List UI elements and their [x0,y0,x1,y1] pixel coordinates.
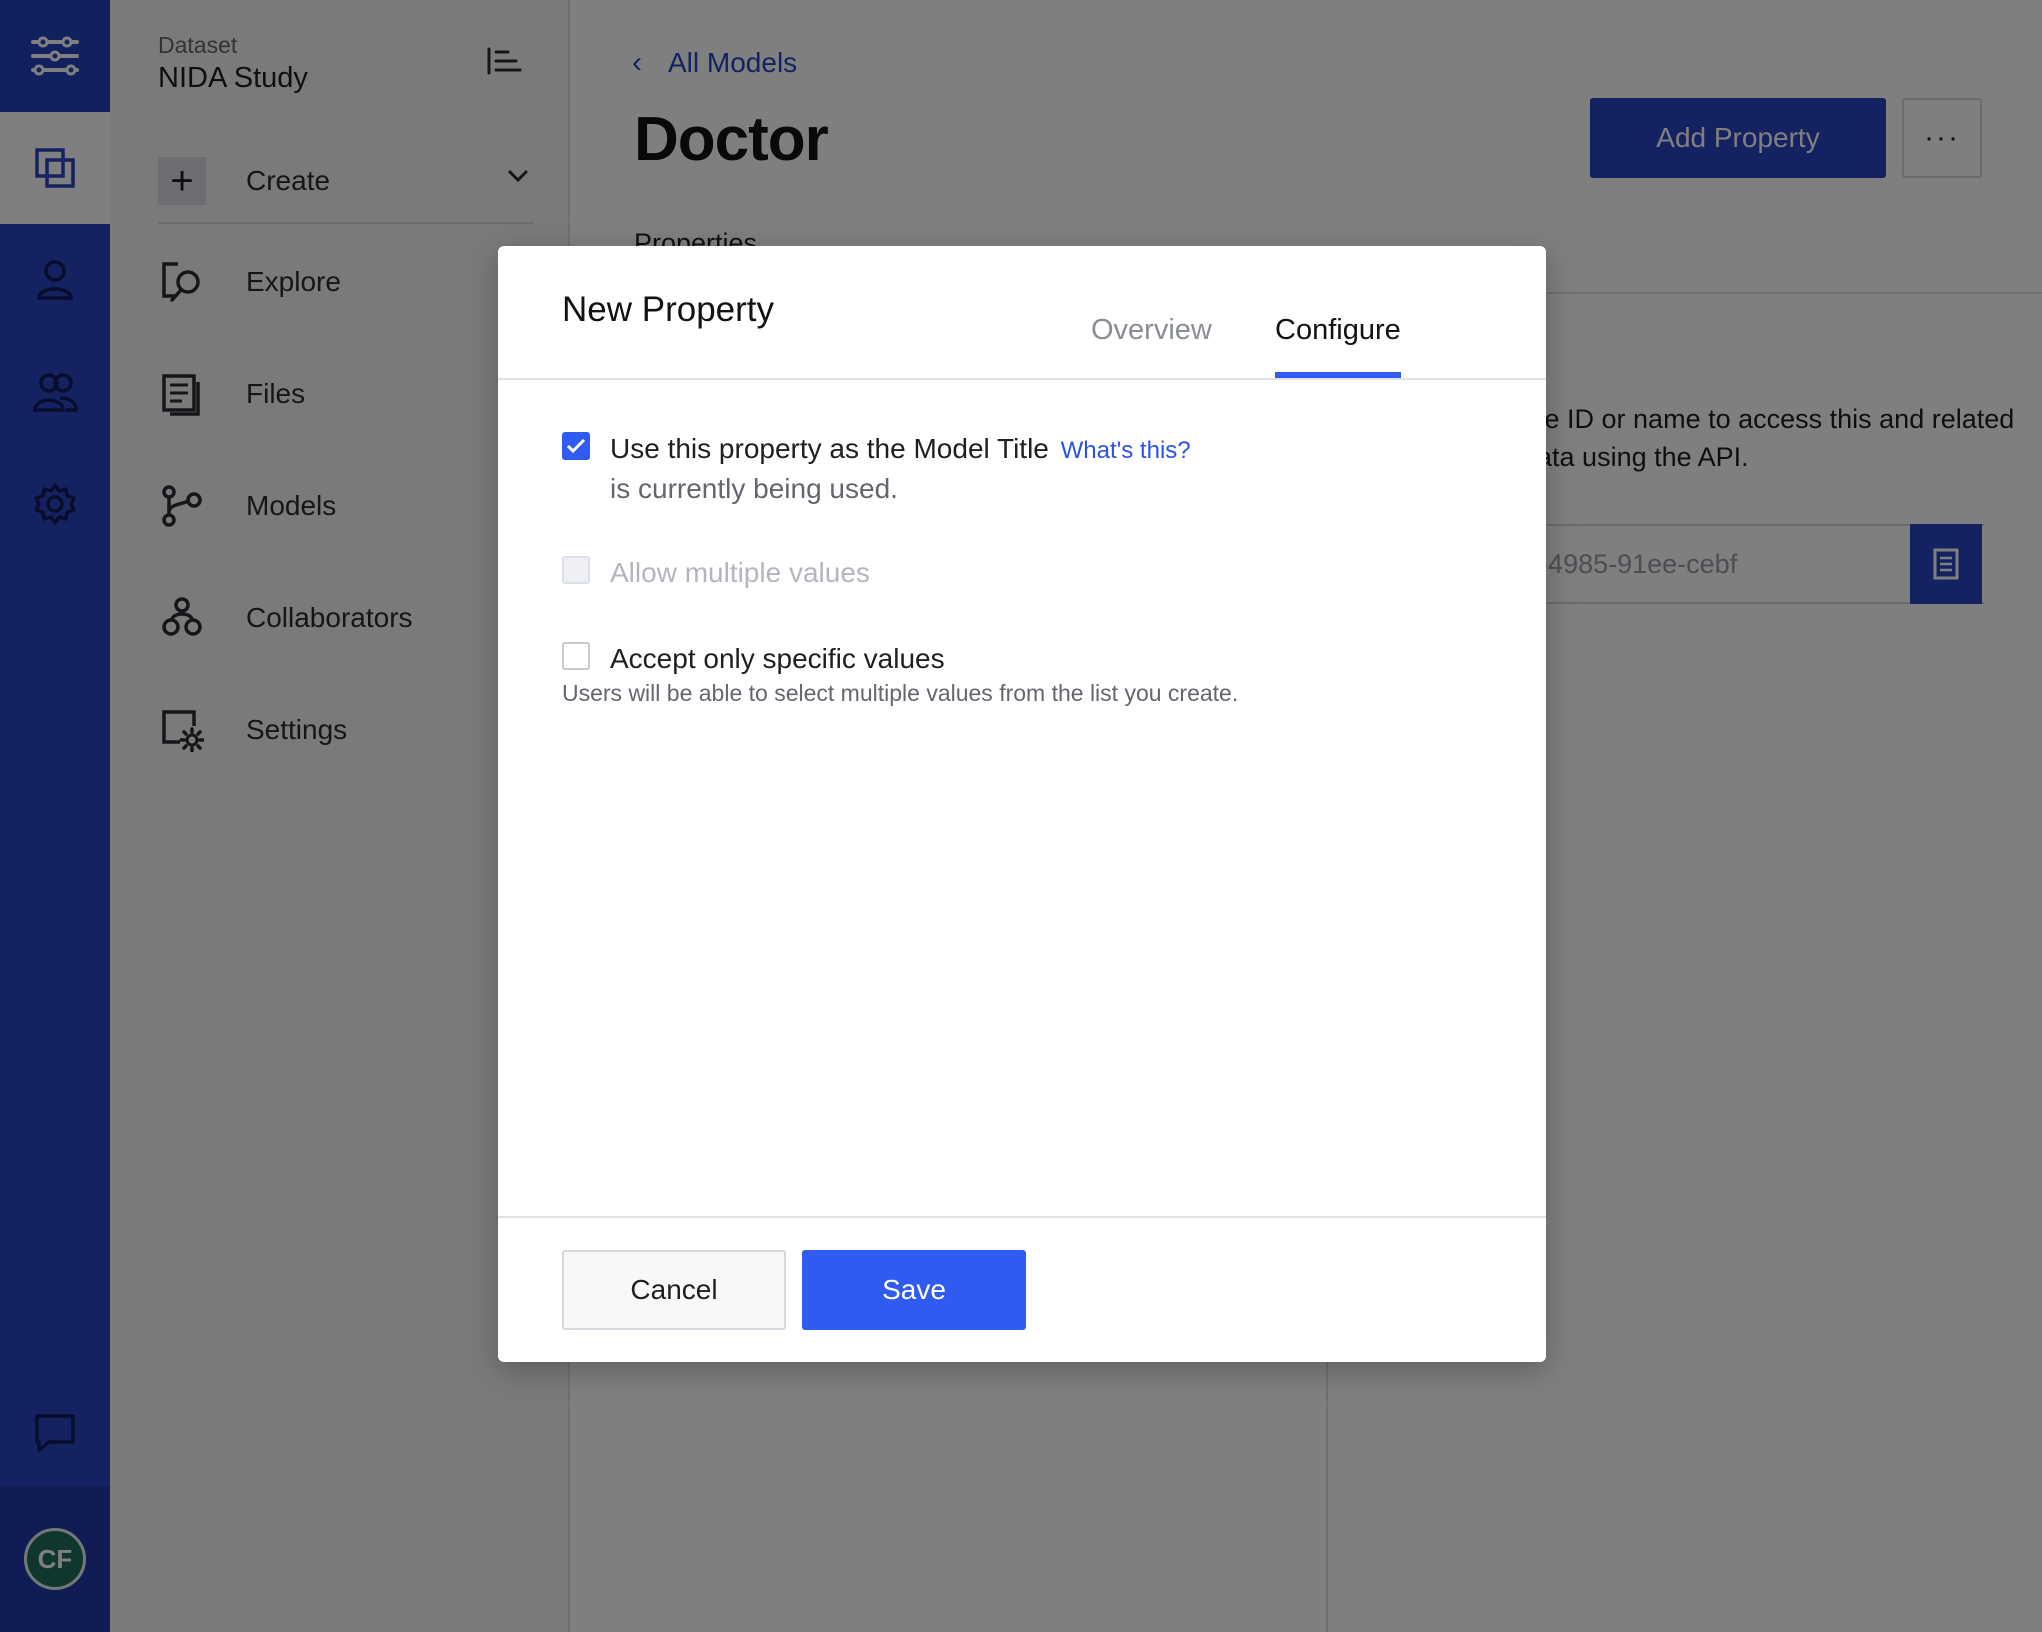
allow-multiple-checkbox [562,556,590,584]
dialog-title: New Property [562,290,775,329]
model-title-label: Use this property as the Model Title [610,433,1049,464]
specific-values-checkbox[interactable] [562,642,590,670]
save-button[interactable]: Save [802,1250,1026,1330]
model-title-checkbox[interactable] [562,432,590,460]
active-tab-indicator [1275,372,1401,378]
new-property-dialog: New Property Overview Configure Use this… [498,246,1546,1362]
model-title-subtext: is currently being used. [610,473,898,504]
allow-multiple-option: Allow multiple values [562,554,870,592]
tab-overview[interactable]: Overview [1091,314,1212,347]
specific-values-option: Accept only specific values [562,640,945,678]
cancel-button[interactable]: Cancel [562,1250,786,1330]
whats-this-link[interactable]: What's this? [1061,437,1191,464]
tab-configure[interactable]: Configure [1275,314,1401,347]
model-title-option: Use this property as the Model Title Wha… [562,430,1191,508]
specific-values-label: Accept only specific values [610,643,945,674]
model-title-text: Use this property as the Model Title Wha… [610,430,1191,508]
specific-values-help: Users will be able to select multiple va… [562,680,1239,706]
dialog-header: New Property Overview Configure [498,246,1546,380]
dialog-footer-divider [498,1216,1546,1218]
check-icon [566,438,586,454]
allow-multiple-label: Allow multiple values [610,557,870,588]
